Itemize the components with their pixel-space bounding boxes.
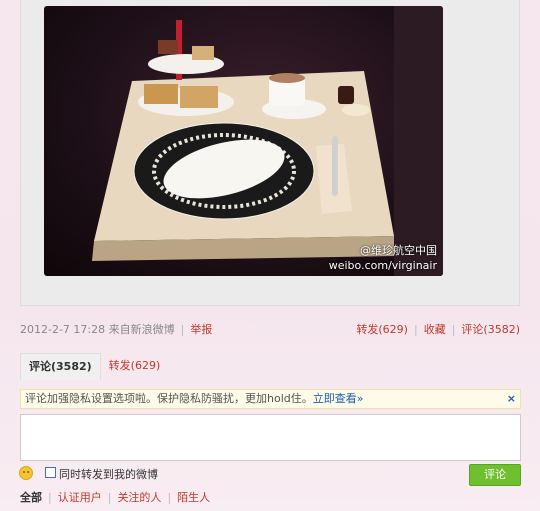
divider: | [451, 323, 456, 336]
divider: | [413, 323, 418, 336]
divider: | [167, 491, 172, 504]
filter-following[interactable]: 关注的人 [117, 491, 161, 504]
notice-view-link[interactable]: 立即查看» [313, 392, 364, 405]
forward-checkbox-label[interactable]: 同时转发到我的微博 [59, 466, 158, 482]
close-icon[interactable]: × [507, 390, 516, 408]
divider: | [180, 323, 185, 336]
afternoon-tea-illustration [92, 6, 443, 276]
privacy-notice: 评论加强隐私设置选项啦。保护隐私防骚扰，更加hold住。立即查看» × [20, 389, 521, 409]
comment-filters: 全部 | 认证用户 | 关注的人 | 陌生人 [20, 489, 210, 505]
post-source[interactable]: 来自新浪微博 [109, 323, 175, 336]
filter-all[interactable]: 全部 [20, 491, 42, 504]
tab-comments[interactable]: 评论(3582) [20, 353, 101, 380]
forward-link[interactable]: 转发(629) [356, 323, 408, 336]
emoji-icon[interactable] [19, 466, 33, 480]
comment-link[interactable]: 评论(3582) [461, 323, 520, 336]
photo-watermark-weibo-handle: @维珍航空中国 [360, 244, 437, 257]
divider: | [107, 491, 112, 504]
report-link[interactable]: 举报 [190, 323, 212, 336]
filter-strangers[interactable]: 陌生人 [177, 491, 210, 504]
favorite-link[interactable]: 收藏 [424, 323, 446, 336]
notice-text: 评论加强隐私设置选项啦。保护隐私防骚扰，更加hold住。 [25, 392, 313, 405]
tab-forwards[interactable]: 转发(629) [101, 353, 169, 379]
photo-watermark-url: weibo.com/virginair [328, 259, 437, 272]
filter-verified-users[interactable]: 认证用户 [58, 491, 102, 504]
divider: | [48, 491, 52, 504]
forward-checkbox[interactable] [45, 467, 56, 478]
post-meta-bar: 2012-2-7 17:28 来自新浪微博 | 举报 转发(629) | 收藏 | 评论(3… [20, 321, 520, 337]
comment-forward-tabs: 评论(3582) 转发(629) [20, 353, 169, 380]
comment-input[interactable] [20, 414, 521, 461]
post-photo[interactable]: @维珍航空中国 weibo.com/virginair [44, 6, 443, 276]
post-timestamp[interactable]: 2012-2-7 17:28 [20, 323, 105, 336]
submit-comment-button[interactable]: 评论 [469, 464, 521, 486]
